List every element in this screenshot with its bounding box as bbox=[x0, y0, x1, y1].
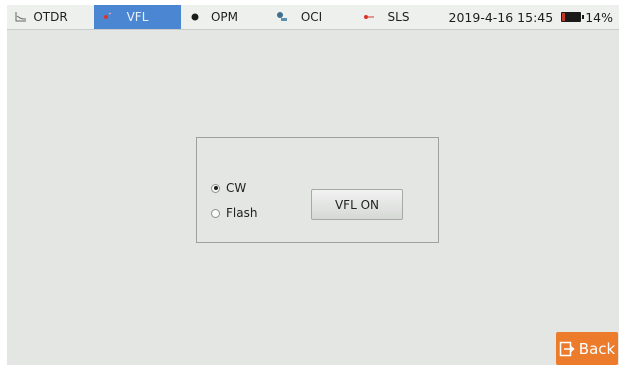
back-button-label: Back bbox=[578, 339, 616, 358]
mode-cw-label: CW bbox=[226, 181, 247, 195]
tab-otdr[interactable]: OTDR bbox=[7, 5, 94, 29]
vfl-control-panel: CW Flash VFL ON bbox=[196, 137, 439, 243]
tab-sls-label: SLS bbox=[387, 10, 410, 24]
tab-opm-label: OPM bbox=[210, 10, 239, 24]
mode-flash-label: Flash bbox=[226, 206, 258, 220]
tab-otdr-label: OTDR bbox=[33, 10, 68, 24]
tab-oci[interactable]: OCI bbox=[268, 5, 355, 29]
otdr-trace-icon bbox=[15, 12, 26, 22]
vfl-on-label: VFL ON bbox=[334, 197, 380, 212]
oci-microscope-icon bbox=[277, 12, 287, 21]
datetime-text: 2019-4-16 15:45 bbox=[448, 9, 554, 25]
sls-source-icon bbox=[364, 15, 374, 19]
mode-cw-option[interactable]: CW bbox=[211, 181, 246, 195]
status-area: 2019-4-16 15:45 14% bbox=[442, 5, 619, 29]
top-tab-bar: OTDR VFL OPM OCI SLS 2019-4-16 15:45 14% bbox=[7, 5, 619, 30]
mode-flash-option[interactable]: Flash bbox=[211, 206, 257, 220]
vfl-laser-icon bbox=[104, 12, 112, 19]
vfl-on-button[interactable]: VFL ON bbox=[311, 189, 403, 220]
tab-opm[interactable]: OPM bbox=[181, 5, 268, 29]
device-screen: OTDR VFL OPM OCI SLS 2019-4-16 15:45 14%… bbox=[7, 5, 619, 365]
radio-flash[interactable] bbox=[211, 208, 220, 218]
tab-vfl-label: VFL bbox=[126, 10, 149, 24]
tab-sls[interactable]: SLS bbox=[355, 5, 442, 29]
tab-vfl[interactable]: VFL bbox=[94, 5, 181, 29]
opm-meter-icon bbox=[191, 13, 199, 21]
exit-icon bbox=[559, 341, 575, 356]
battery-percent: 14% bbox=[585, 9, 613, 25]
back-button[interactable]: Back bbox=[556, 332, 618, 365]
battery-icon bbox=[561, 12, 585, 22]
radio-cw[interactable] bbox=[211, 183, 220, 193]
tab-oci-label: OCI bbox=[300, 10, 323, 24]
